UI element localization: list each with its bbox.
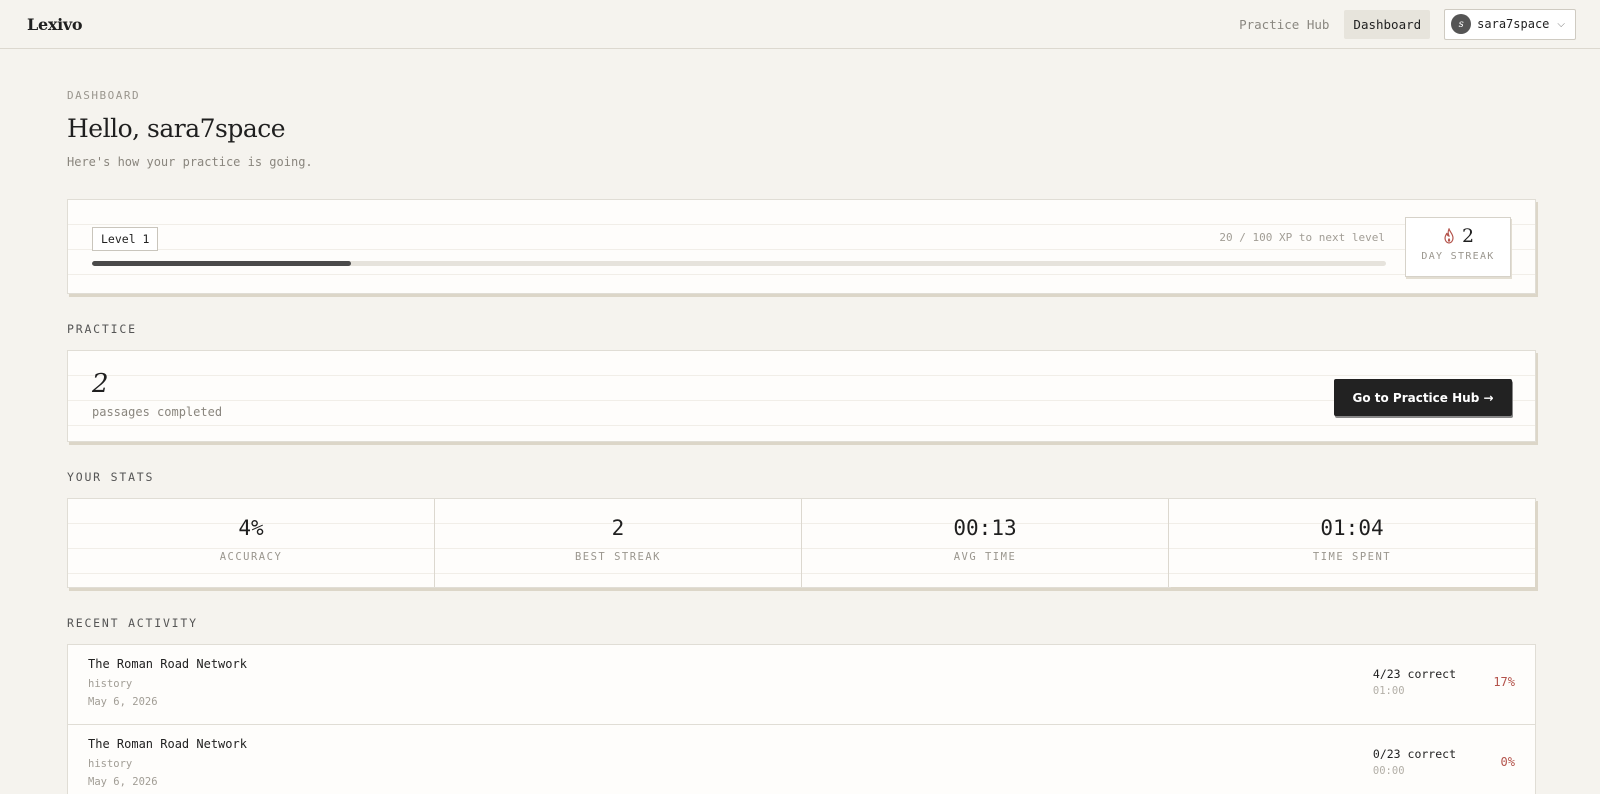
recent-activity-list: The Roman Road Network history May 6, 20… [67,644,1536,794]
top-bar: Lexivo Practice Hub Dashboard s sara7spa… [0,0,1600,49]
stat-avg-time: 00:13 AVG TIME [802,499,1169,587]
stat-label: ACCURACY [219,551,283,563]
section-title-stats: YOUR STATS [67,470,155,484]
activity-category: history [88,758,133,770]
passages-label: passages completed [92,405,223,419]
xp-progress-text: 20 / 100 XP to next level [1219,231,1385,244]
stat-label: AVG TIME [953,551,1017,563]
activity-title: The Roman Road Network [88,657,247,671]
user-menu-button[interactable]: s sara7space ⌵ [1444,8,1576,40]
avatar: s [1451,14,1472,34]
brand-logo[interactable]: Lexivo [27,15,83,34]
stat-label: BEST STREAK [574,551,662,563]
chevron-down-icon: ⌵ [1557,18,1565,30]
page-title: Hello, sara7space [67,114,286,143]
activity-score: 4/23 correct 01:00 [1373,667,1456,697]
level-card: Level 1 20 / 100 XP to next level 2 DAY … [67,199,1536,294]
passages-count: 2 [92,369,109,399]
activity-date: May 6, 2026 [88,776,158,788]
nav-practice-hub[interactable]: Practice Hub [1230,10,1338,39]
stat-time-spent: 01:04 TIME SPENT [1169,499,1535,587]
stat-best-streak: 2 BEST STREAK [435,499,802,587]
dashboard-main: DASHBOARD Hello, sara7space Here's how y… [0,49,1536,794]
page-eyebrow: DASHBOARD [67,89,141,102]
practice-card: 2 passages completed Go to Practice Hub … [67,350,1536,442]
section-title-recent-activity: RECENT ACTIVITY [67,616,198,630]
stat-label: TIME SPENT [1312,551,1392,563]
stat-value: 01:04 [1320,516,1384,540]
activity-title: The Roman Road Network [88,737,247,751]
xp-progress-fill [92,261,351,266]
stat-value: 00:13 [953,516,1017,540]
stat-value: 4% [238,516,264,540]
flame-icon [1444,228,1454,244]
page-subtitle: Here's how your practice is going. [67,155,313,169]
list-item[interactable]: The Roman Road Network history May 6, 20… [68,645,1535,725]
stat-accuracy: 4% ACCURACY [68,499,435,587]
streak-value: 2 [1461,225,1475,247]
day-streak-box: 2 DAY STREAK [1405,217,1511,277]
activity-percent: 17% [1493,675,1515,689]
nav-dashboard[interactable]: Dashboard [1344,9,1431,39]
activity-percent: 0% [1500,755,1515,769]
xp-progress-bar [92,261,1386,266]
activity-score: 0/23 correct 00:00 [1373,747,1456,777]
level-badge: Level 1 [92,227,159,251]
stat-value: 2 [611,516,625,540]
stats-card: 4% ACCURACY 2 BEST STREAK 00:13 AVG TIME… [67,498,1536,588]
activity-category: history [88,678,133,690]
activity-correct: 0/23 correct [1372,747,1456,761]
activity-correct: 4/23 correct [1372,667,1456,681]
activity-date: May 6, 2026 [88,696,158,708]
main-nav: Practice Hub Dashboard s sara7space ⌵ [1230,8,1576,40]
streak-label: DAY STREAK [1421,251,1495,262]
activity-time: 01:00 [1372,685,1405,697]
activity-time: 00:00 [1372,765,1405,777]
section-title-practice: PRACTICE [67,322,137,336]
list-item[interactable]: The Roman Road Network history May 6, 20… [68,725,1535,794]
user-name: sara7space [1477,17,1550,31]
go-to-practice-hub-button[interactable]: Go to Practice Hub → [1334,379,1512,416]
